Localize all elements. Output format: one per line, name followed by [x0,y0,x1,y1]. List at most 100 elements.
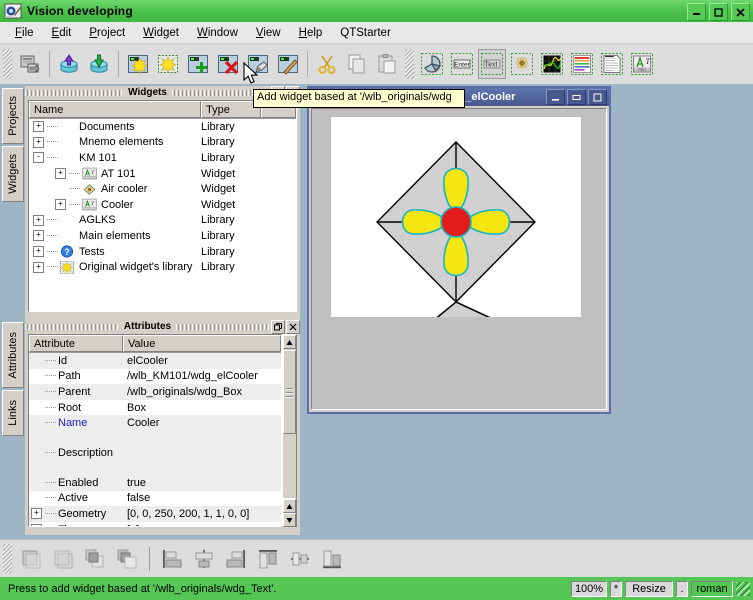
properties-button[interactable] [274,49,302,79]
lower-one-button[interactable] [113,545,141,573]
tree-expander[interactable]: + [55,168,66,180]
widgets-tree-row[interactable]: - KM 101 Library [29,150,296,166]
widgets-col-type[interactable]: Type [201,101,261,118]
attributes-table-row[interactable]: Parent/wlb_originals/wdg_Box [29,384,281,400]
attr-expander[interactable]: + [31,508,42,520]
widget-editor-maximize-button[interactable] [588,89,607,105]
lower-to-bottom-button[interactable] [49,545,77,573]
widget-editor-restore-button[interactable] [567,89,586,105]
align-center-v-button[interactable] [286,545,314,573]
new-library-button[interactable] [154,49,182,79]
minimize-button[interactable] [687,3,706,21]
widget-canvas[interactable] [331,117,581,340]
attribute-value[interactable]: Cooler [123,417,281,429]
widgets-tree-row[interactable]: + Original widget's library Library [29,259,296,275]
menu-edit[interactable]: Edit [43,25,81,41]
edit-widget-button[interactable] [244,49,272,79]
attributes-table-row[interactable]: Description [29,430,281,475]
toolbar-grip-1[interactable] [3,49,12,79]
align-center-h-button[interactable] [190,545,218,573]
primitive-document-button[interactable] [598,49,626,79]
attributes-table-view[interactable]: Attribute Value Id elCooler Path/wlb_KM101… [28,334,282,527]
attribute-value[interactable]: true [123,477,281,489]
attributes-table-row[interactable]: Name Cooler [29,415,281,431]
widgets-tree-row[interactable]: + Documents Library [29,119,296,135]
attribute-value[interactable]: false [123,492,281,504]
widget-editor-minimize-button[interactable] [546,89,565,105]
attributes-table-row[interactable]: + Tip [, ] [29,521,281,526]
add-widget-button[interactable] [184,49,212,79]
tree-expander[interactable]: + [33,230,44,242]
copy-button[interactable] [343,49,371,79]
load-db-button[interactable] [55,49,83,79]
bottom-toolbar-grip[interactable] [3,544,12,574]
attribute-value[interactable]: [0, 0, 250, 200, 1, 1, 0, 0] [123,508,281,520]
attributes-scrollbar-lower[interactable] [282,498,297,527]
primitive-diagram-button[interactable] [538,49,566,79]
menu-file[interactable]: File [6,25,43,41]
close-button[interactable] [731,3,750,21]
menu-window[interactable]: Window [188,25,247,41]
widgets-tree-row[interactable]: +? Tests Library [29,244,296,260]
menu-help[interactable]: Help [290,25,332,41]
tab-projects[interactable]: Projects [2,88,24,144]
maximize-button[interactable] [709,3,728,21]
widgets-col-name[interactable]: Name [29,101,201,118]
status-zoom[interactable]: 100% [571,580,607,597]
tree-expander[interactable]: + [33,136,44,148]
primitive-shape-button[interactable] [418,49,446,79]
tab-widgets[interactable]: Widgets [2,146,24,202]
attribute-value[interactable]: [, ] [123,524,281,526]
attributes-panel-drag-handle[interactable] [25,323,119,330]
tree-expander[interactable]: + [33,121,44,133]
attributes-table-row[interactable]: Path/wlb_KM101/wdg_elCooler [29,368,281,385]
primitive-text-button[interactable]: Text [478,49,506,79]
attributes-table-row[interactable]: Active false [29,490,281,507]
tree-expander[interactable]: + [55,199,66,211]
attributes-table-row[interactable]: + Geometry [0, 0, 250, 200, 1, 1, 0, 0] [29,506,281,522]
menu-widget[interactable]: Widget [134,25,188,41]
widgets-tree-row[interactable]: + Main elements Library [29,228,296,244]
widgets-tree-row[interactable]: Air cooler Widget [29,181,296,197]
attributes-scroll-up2-button[interactable] [283,499,296,513]
attribute-value[interactable]: elCooler [123,355,281,367]
attribute-value[interactable]: /wlb_KM101/wdg_elCooler [123,370,281,382]
align-left-button[interactable] [158,545,186,573]
menu-view[interactable]: View [247,25,290,41]
primitive-protocol-button[interactable] [568,49,596,79]
primitive-box-button[interactable]: T Value [628,49,656,79]
delete-widget-button[interactable] [214,49,242,79]
attributes-panel-close-button[interactable] [286,319,301,334]
align-top-button[interactable] [254,545,282,573]
menu-qtstarter[interactable]: QTStarter [331,25,399,41]
new-widget-button[interactable] [124,49,152,79]
widgets-tree-row[interactable]: + AGLKS Library [29,213,296,229]
toolbar-grip-2[interactable] [405,49,414,79]
attributes-scroll-down-button[interactable] [283,513,296,527]
attribute-value[interactable]: Box [123,402,281,414]
widgets-tree-row[interactable]: + Mnemo elements Library [29,135,296,151]
raise-to-top-button[interactable] [17,545,45,573]
attributes-table-row[interactable]: Enabled true [29,474,281,491]
widgets-panel-drag-handle[interactable] [25,89,124,96]
tab-links[interactable]: Links [2,390,24,436]
raise-one-button[interactable] [81,545,109,573]
cut-button[interactable] [313,49,341,79]
attribute-value[interactable]: /wlb_originals/wdg_Box [123,386,281,398]
attr-expander[interactable]: + [31,524,42,526]
align-bottom-button[interactable] [318,545,346,573]
primitive-media-button[interactable] [508,49,536,79]
tree-expander[interactable]: + [33,261,44,273]
tree-expander[interactable]: + [33,246,44,258]
attributes-table-row[interactable]: Id elCooler [29,353,281,369]
tab-attributes[interactable]: Attributes [2,322,24,388]
widgets-tree-row[interactable]: + T Cooler Widget [29,197,296,213]
open-project-button[interactable] [16,49,44,79]
primitive-enter-button[interactable]: Enter [448,49,476,79]
align-right-button[interactable] [222,545,250,573]
attributes-col-value[interactable]: Value [123,335,281,352]
attributes-panel-drag-handle-2[interactable] [176,323,271,330]
attributes-scroll-thumb[interactable] [283,350,296,434]
tree-expander[interactable]: + [33,214,44,226]
widgets-tree-view[interactable]: Name Type + Documents Library + Mnemo elemen… [28,100,297,312]
